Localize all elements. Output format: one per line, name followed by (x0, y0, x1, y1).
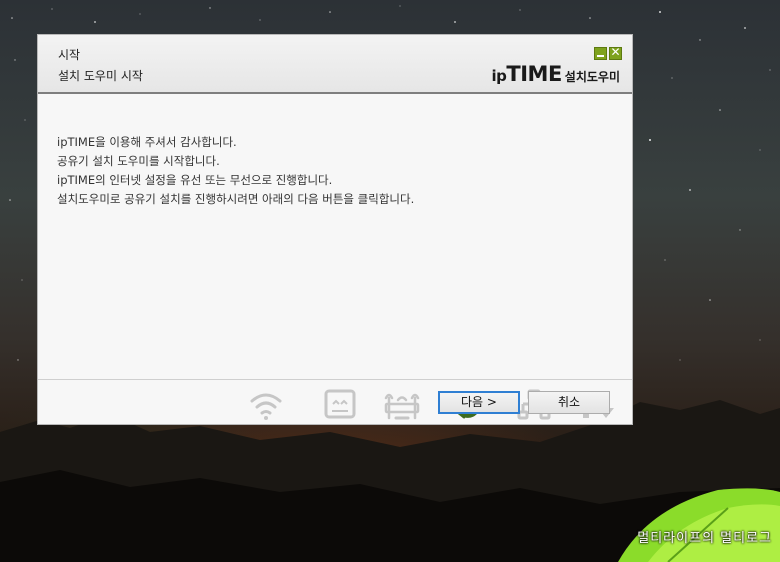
message-line: ipTIME을 이용해 주셔서 감사합니다. (57, 135, 237, 149)
cancel-button[interactable]: 취소 (528, 391, 610, 414)
iptime-logo: ipTIME (491, 62, 563, 86)
dialog-body: ipTIME을 이용해 주셔서 감사합니다. 공유기 설치 도우미를 시작합니다… (38, 94, 632, 420)
dialog-header: 시작 설치 도우미 시작 ✕ ipTIME 설치도우미 (38, 35, 632, 94)
minimize-icon (597, 55, 604, 57)
welcome-message: ipTIME을 이용해 주셔서 감사합니다. 공유기 설치 도우미를 시작합니다… (57, 133, 414, 209)
minimize-button[interactable] (594, 47, 607, 60)
setup-wizard-dialog: 시작 설치 도우미 시작 ✕ ipTIME 설치도우미 ipTIME을 이용해 주… (37, 34, 633, 425)
watermark-text: 멀티라이프의 멀티로그 (637, 531, 772, 546)
next-button[interactable]: 다음 > (438, 391, 520, 414)
glowing-tent (618, 488, 780, 562)
router-icon (382, 388, 422, 422)
message-line: 공유기 설치 도우미를 시작합니다. (57, 154, 220, 168)
logo-prefix: ip (491, 67, 507, 85)
dialog-subtitle: 설치 도우미 시작 (58, 69, 143, 83)
logo-main: TIME (506, 62, 562, 86)
wifi-icon (246, 388, 286, 422)
window-controls: ✕ (592, 45, 622, 60)
message-line: ipTIME의 인터넷 설정을 유선 또는 무선으로 진행합니다. (57, 173, 333, 187)
brand-label: 설치도우미 (564, 70, 620, 84)
dialog-title: 시작 (58, 48, 81, 62)
message-line: 설치도우미로 공유기 설치를 진행하시려면 아래의 다음 버튼을 클릭합니다. (57, 192, 415, 206)
close-button[interactable]: ✕ (609, 45, 622, 60)
modem-icon (320, 388, 360, 422)
brand-logo: ipTIME 설치도우미 (492, 62, 620, 86)
footer-divider (38, 379, 632, 380)
close-icon: ✕ (610, 45, 621, 59)
